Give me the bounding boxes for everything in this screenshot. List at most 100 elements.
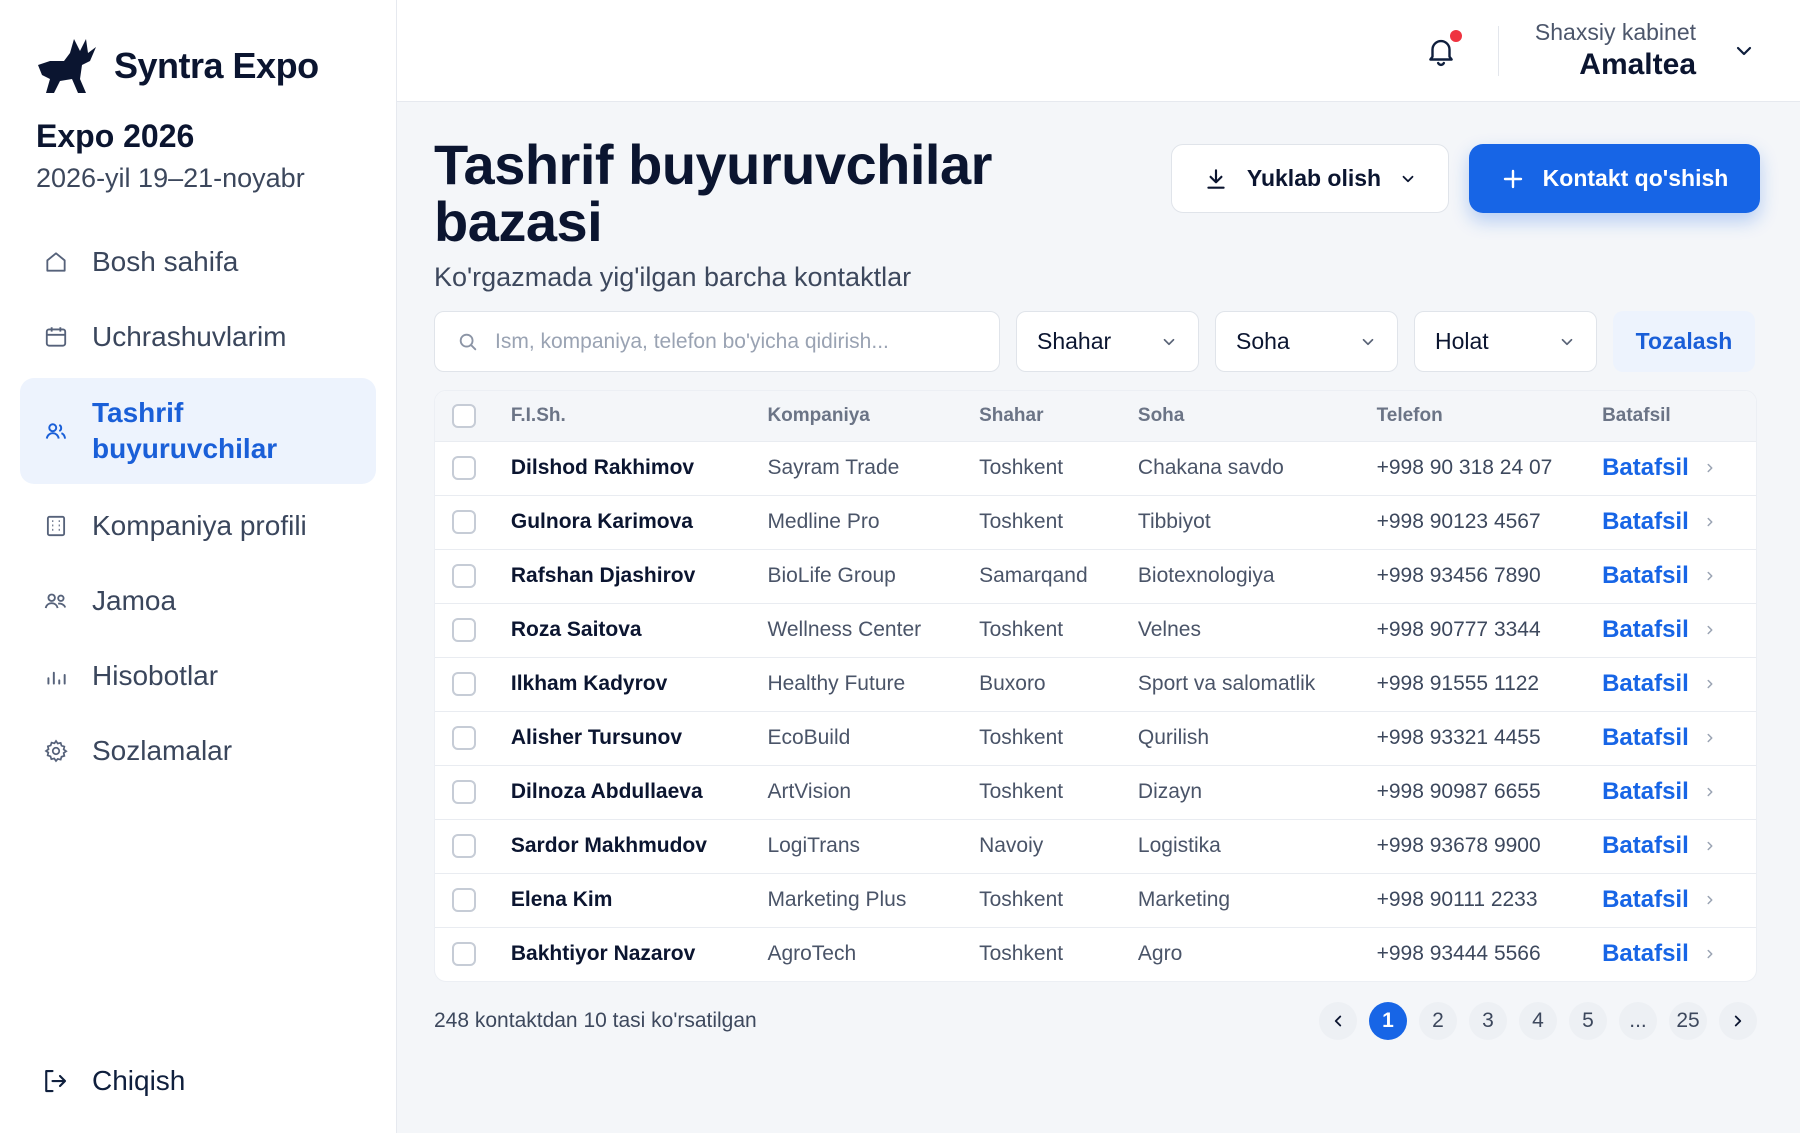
row-checkbox[interactable] — [452, 888, 476, 912]
topbar-divider — [1497, 25, 1499, 76]
row-select-cell — [435, 926, 511, 981]
expo-title: Expo 2026 — [36, 118, 195, 154]
chevron-down-icon[interactable] — [1732, 39, 1756, 63]
home-icon — [42, 248, 70, 276]
details-cell: Batafsil — [1602, 872, 1756, 927]
details-link[interactable]: Batafsil — [1602, 616, 1756, 644]
details-link[interactable]: Batafsil — [1602, 886, 1756, 914]
city-filter-select[interactable]: Shahar — [1016, 311, 1199, 372]
details-cell: Batafsil — [1602, 548, 1756, 603]
logout-icon — [45, 1069, 67, 1093]
sidebar-item-visitors[interactable]: Tashrif buyuruvchilar — [20, 378, 376, 484]
table-row[interactable]: Ilkham Kadyrov Healthy Future Buxoro Sport … — [435, 656, 1756, 711]
chevron-down-icon — [1163, 338, 1175, 345]
details-cell: Batafsil — [1602, 494, 1756, 549]
download-button[interactable]: Yuklab olish — [1171, 144, 1449, 213]
expo-date: 2026-yil 19–21-noyabr — [36, 163, 305, 193]
contact-field: Logistika — [1137, 818, 1377, 873]
details-link[interactable]: Batafsil — [1602, 562, 1756, 590]
contact-name: Dilshod Rakhimov — [510, 440, 768, 495]
table-row[interactable]: Sardor Makhmudov LogiTrans Navoiy Logistika… — [435, 818, 1756, 873]
prev-page-button[interactable] — [1319, 1002, 1357, 1040]
details-link[interactable]: Batafsil — [1602, 670, 1756, 698]
details-label: Batafsil — [1602, 724, 1689, 751]
notification-dot — [1449, 29, 1462, 42]
sidebar-item-reports[interactable]: Hisobotlar — [20, 638, 376, 713]
page-button[interactable]: 3 — [1469, 1002, 1507, 1040]
chevron-right-icon — [1707, 571, 1713, 581]
table-row[interactable]: Rafshan Djashirov BioLife Group Samarqand B… — [435, 548, 1756, 603]
table-row[interactable]: Alisher Tursunov EcoBuild Toshkent Qurilish… — [435, 710, 1756, 765]
chevron-down-icon — [1362, 338, 1374, 345]
contact-name: Elena Kim — [510, 872, 768, 927]
row-checkbox[interactable] — [452, 672, 476, 696]
row-checkbox[interactable] — [452, 834, 476, 858]
status-filter-select[interactable]: Holat — [1414, 311, 1597, 372]
details-link[interactable]: Batafsil — [1602, 940, 1756, 968]
sidebar-item-settings[interactable]: Sozlamalar — [20, 713, 376, 788]
details-link[interactable]: Batafsil — [1602, 454, 1756, 482]
page-button[interactable]: 25 — [1669, 1002, 1707, 1040]
table-row[interactable]: Dilnoza Abdullaeva ArtVision Toshkent Dizay… — [435, 764, 1756, 819]
column-header-city[interactable]: Shahar — [979, 391, 1138, 441]
brand[interactable]: Syntra Expo — [0, 0, 396, 100]
chevron-right-icon — [1707, 517, 1713, 527]
row-checkbox[interactable] — [452, 510, 476, 534]
row-checkbox[interactable] — [452, 726, 476, 750]
clear-filters-button[interactable]: Tozalash — [1613, 311, 1755, 372]
sidebar-item-team[interactable]: Jamoa — [20, 563, 376, 638]
row-checkbox[interactable] — [452, 564, 476, 588]
sidebar-item-home[interactable]: Bosh sahifa — [20, 224, 376, 299]
table-row[interactable]: Elena Kim Marketing Plus Toshkent Marketing… — [435, 872, 1756, 927]
page-button[interactable]: 2 — [1419, 1002, 1457, 1040]
sidebar-item-label: Jamoa — [92, 584, 177, 616]
notifications-button[interactable] — [1424, 29, 1462, 69]
page-heading: Tashrif buyuruvchilar bazasi Ko'rgazmada… — [434, 136, 1054, 293]
column-header-company[interactable]: Kompaniya — [767, 391, 979, 441]
sidebar-item-meetings[interactable]: Uchrashuvlarim — [20, 299, 376, 374]
column-header-field[interactable]: Soha — [1138, 391, 1377, 441]
brand-logo-icon — [38, 39, 96, 93]
column-header-phone[interactable]: Telefon — [1377, 391, 1602, 441]
contact-company: BioLife Group — [767, 548, 980, 603]
details-link[interactable]: Batafsil — [1602, 724, 1756, 752]
contact-city: Navoiy — [979, 818, 1138, 873]
select-all-checkbox[interactable] — [452, 403, 476, 428]
row-select-cell — [435, 548, 511, 603]
next-page-button[interactable] — [1719, 1002, 1757, 1040]
row-checkbox[interactable] — [452, 942, 476, 967]
page-button[interactable]: 4 — [1519, 1002, 1557, 1040]
add-contact-button[interactable]: Kontakt qo'shish — [1469, 144, 1760, 213]
details-link[interactable]: Batafsil — [1602, 778, 1756, 806]
sidebar-item-label: Sozlamalar — [92, 734, 233, 766]
search-input[interactable] — [495, 329, 975, 354]
details-link[interactable]: Batafsil — [1602, 508, 1756, 536]
logout-button[interactable]: Chiqish — [40, 1065, 185, 1097]
details-label: Batafsil — [1602, 454, 1689, 481]
details-label: Batafsil — [1602, 940, 1689, 968]
row-checkbox[interactable] — [452, 780, 476, 804]
sidebar-item-company-profile[interactable]: Kompaniya profili — [20, 488, 376, 563]
page-button[interactable]: 5 — [1569, 1002, 1607, 1040]
page-button[interactable]: 1 — [1369, 1002, 1407, 1040]
row-select-cell — [435, 494, 511, 549]
table-row[interactable]: Roza Saitova Wellness Center Toshkent Velne… — [435, 602, 1756, 657]
table-row[interactable]: Bakhtiyor Nazarov AgroTech Toshkent Agro +99… — [435, 926, 1756, 981]
contact-name: Gulnora Karimova — [510, 494, 768, 549]
table-row[interactable]: Gulnora Karimova Medline Pro Toshkent Tibbi… — [435, 494, 1756, 549]
row-checkbox[interactable] — [452, 618, 476, 642]
details-label: Batafsil — [1602, 886, 1689, 913]
sidebar-item-label: Uchrashuvlarim — [92, 320, 287, 352]
chevron-right-icon — [1707, 463, 1713, 473]
contact-phone: +998 90111 2233 — [1376, 872, 1603, 927]
details-link[interactable]: Batafsil — [1602, 832, 1756, 860]
column-header-name[interactable]: F.I.Sh. — [511, 391, 768, 441]
field-filter-select[interactable]: Soha — [1215, 311, 1398, 372]
account-menu[interactable]: Shaxsiy kabinet Amaltea — [1535, 19, 1696, 82]
row-checkbox[interactable] — [452, 456, 476, 480]
account-label: Shaxsiy kabinet — [1534, 19, 1696, 45]
brand-name: Syntra Expo — [114, 45, 319, 86]
table-row[interactable]: Dilshod Rakhimov Sayram Trade Toshkent Chak… — [435, 440, 1756, 495]
chevron-right-icon — [1707, 895, 1713, 905]
details-label: Batafsil — [1602, 832, 1689, 859]
